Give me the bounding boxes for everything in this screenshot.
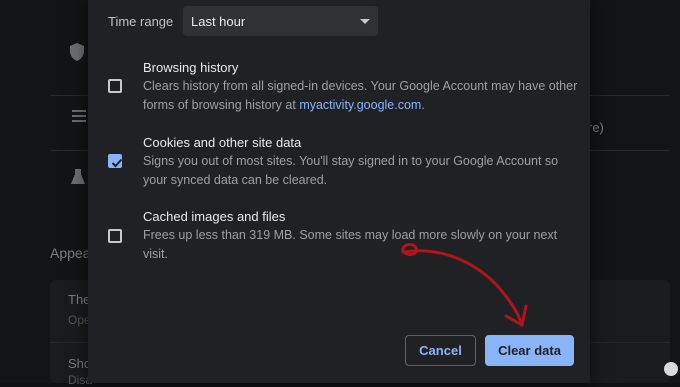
clear-browsing-data-dialog: Time range Last hour Browsing history Cl… bbox=[88, 0, 590, 383]
background-fragment-text: re) bbox=[588, 120, 604, 135]
shield-icon bbox=[68, 42, 86, 67]
toggle-knob[interactable] bbox=[664, 362, 678, 376]
time-range-select[interactable]: Last hour bbox=[183, 6, 378, 36]
option-description: Frees up less than 319 MB. Some sites ma… bbox=[143, 228, 558, 261]
description-text: . bbox=[421, 98, 425, 112]
option-description: Signs you out of most sites. You'll stay… bbox=[143, 154, 559, 187]
time-range-value: Last hour bbox=[191, 14, 246, 29]
dropdown-arrow-icon bbox=[360, 19, 370, 24]
flask-icon bbox=[70, 168, 86, 191]
cookies-checkbox[interactable] bbox=[108, 154, 123, 168]
time-range-label: Time range bbox=[108, 14, 174, 29]
tune-icon bbox=[70, 107, 88, 130]
checkmark-icon bbox=[111, 158, 123, 168]
appearance-heading: Appea bbox=[50, 245, 91, 261]
option-title: Cookies and other site data bbox=[143, 135, 302, 150]
cancel-button[interactable]: Cancel bbox=[405, 335, 476, 366]
option-description: Clears history from all signed-in device… bbox=[143, 77, 583, 115]
myactivity-link[interactable]: myactivity.google.com bbox=[299, 98, 421, 112]
clear-data-button[interactable]: Clear data bbox=[485, 335, 574, 366]
browsing-history-checkbox[interactable] bbox=[108, 79, 122, 93]
cached-images-checkbox[interactable] bbox=[108, 229, 122, 243]
option-title: Browsing history bbox=[143, 60, 239, 75]
option-title: Cached images and files bbox=[143, 209, 286, 224]
